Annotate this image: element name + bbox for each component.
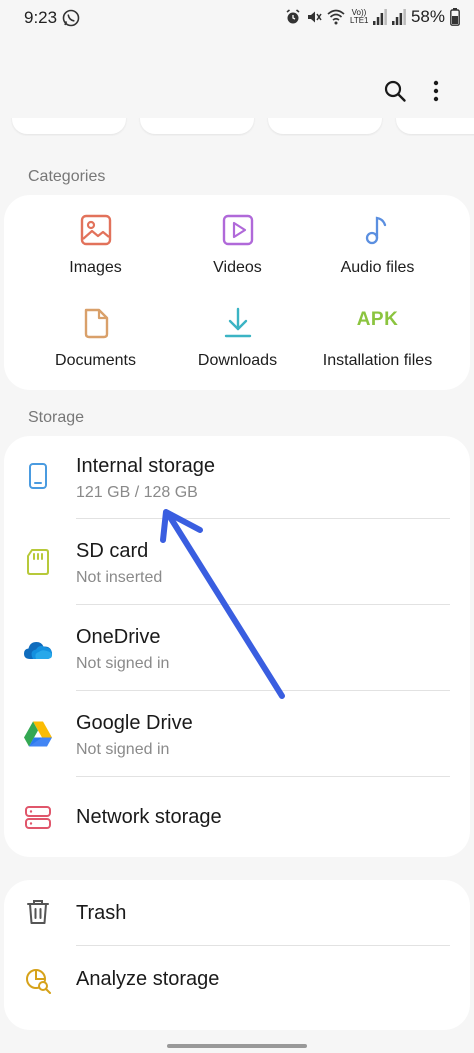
storage-item-internal[interactable]: Internal storage 121 GB / 128 GB xyxy=(4,436,470,520)
category-downloads[interactable]: Downloads xyxy=(160,306,315,386)
network-storage-icon xyxy=(25,806,51,829)
google-drive-icon xyxy=(24,721,52,747)
storage-item-sd-card[interactable]: SD card Not inserted xyxy=(4,520,470,606)
status-icons: Vo)) LTE1 58% xyxy=(285,7,460,27)
utilities-card: Trash Analyze storage xyxy=(4,880,470,1030)
storage-item-title: OneDrive xyxy=(76,626,161,648)
storage-item-subtitle: Not signed in xyxy=(76,741,170,758)
storage-item-onedrive[interactable]: OneDrive Not signed in xyxy=(4,606,470,692)
divider xyxy=(76,518,450,519)
category-label: Installation files xyxy=(322,352,433,369)
analyze-storage-icon xyxy=(26,969,51,994)
category-label: Images xyxy=(69,259,122,276)
recent-file-chip[interactable] xyxy=(396,118,474,134)
utility-item-trash[interactable]: Trash xyxy=(4,880,470,946)
category-installation-files[interactable]: APK Installation files xyxy=(300,306,455,386)
storage-item-subtitle: Not signed in xyxy=(76,655,170,672)
search-icon[interactable] xyxy=(383,79,407,103)
battery-icon xyxy=(450,8,460,26)
divider xyxy=(76,776,450,777)
storage-item-google-drive[interactable]: Google Drive Not signed in xyxy=(4,692,470,778)
more-vert-icon[interactable] xyxy=(426,79,446,103)
battery-percent: 58% xyxy=(410,7,445,26)
status-time: 9:23 xyxy=(24,8,58,27)
categories-card: Images Videos Audio files Documents Down… xyxy=(4,195,470,390)
categories-heading: Categories xyxy=(28,168,106,185)
category-label: Downloads xyxy=(197,352,278,369)
divider xyxy=(76,690,450,691)
category-label: Audio files xyxy=(340,259,415,276)
alarm-icon xyxy=(286,9,300,24)
status-bar: 9:23 Vo)) LTE1 58% xyxy=(0,0,474,36)
network-type-label: Vo)) LTE1 xyxy=(349,8,369,25)
onedrive-icon xyxy=(24,642,53,659)
recent-file-chip[interactable] xyxy=(268,118,382,134)
utility-item-title: Analyze storage xyxy=(76,968,220,990)
download-icon xyxy=(224,307,251,338)
category-label: Documents xyxy=(55,352,136,369)
storage-item-subtitle: 121 GB / 128 GB xyxy=(76,484,198,501)
home-indicator[interactable] xyxy=(167,1044,307,1048)
video-icon xyxy=(222,214,253,246)
utility-item-title: Trash xyxy=(76,902,127,924)
storage-item-title: Google Drive xyxy=(76,712,193,734)
divider xyxy=(76,604,450,605)
document-icon xyxy=(84,308,108,339)
recent-files-strip[interactable] xyxy=(0,118,474,136)
music-note-icon xyxy=(365,216,386,245)
category-images[interactable]: Images xyxy=(18,213,173,293)
sd-card-icon xyxy=(27,549,49,575)
category-audio-files[interactable]: Audio files xyxy=(300,213,455,293)
storage-heading: Storage xyxy=(28,409,85,426)
storage-card: Internal storage 121 GB / 128 GB SD card… xyxy=(4,436,470,857)
recent-file-chip[interactable] xyxy=(140,118,254,134)
signal-icon-2 xyxy=(391,9,406,25)
phone-icon xyxy=(29,463,47,489)
category-documents[interactable]: Documents xyxy=(18,306,173,386)
utility-item-analyze-storage[interactable]: Analyze storage xyxy=(4,946,470,1030)
mute-icon xyxy=(307,11,322,23)
recent-file-chip[interactable] xyxy=(12,118,126,134)
trash-icon xyxy=(27,900,49,924)
whatsapp-icon xyxy=(62,9,80,27)
storage-item-title: Internal storage xyxy=(76,455,215,477)
storage-item-network[interactable]: Network storage xyxy=(4,778,470,857)
storage-item-title: Network storage xyxy=(76,806,222,828)
wifi-icon xyxy=(327,9,345,25)
storage-item-title: SD card xyxy=(76,540,149,562)
apk-icon: APK xyxy=(356,309,399,330)
storage-item-subtitle: Not inserted xyxy=(76,569,163,586)
category-label: Videos xyxy=(213,259,262,276)
category-videos[interactable]: Videos xyxy=(160,213,315,293)
signal-icon xyxy=(372,9,387,25)
image-icon xyxy=(80,214,111,246)
